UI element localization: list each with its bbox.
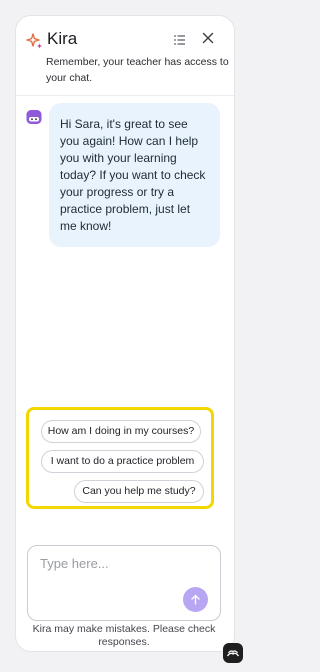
chat-title: Kira: [47, 29, 78, 48]
sparkle-icon: [26, 33, 42, 49]
suggestion-chip-practice[interactable]: I want to do a practice problem: [41, 450, 204, 473]
assistant-message: Hi Sara, it's great to see you again! Ho…: [49, 103, 220, 247]
app-launcher-button[interactable]: [223, 643, 243, 663]
list-icon[interactable]: [172, 32, 188, 48]
close-icon[interactable]: [200, 30, 216, 46]
bot-avatar-icon: [26, 110, 42, 124]
message-input[interactable]: [40, 556, 190, 571]
teacher-access-notice: Remember, your teacher has access to you…: [46, 56, 229, 84]
disclaimer-text: Kira may make mistakes. Please check res…: [32, 623, 216, 648]
send-button[interactable]: [183, 587, 208, 612]
message-input-box[interactable]: [27, 545, 221, 621]
book-logo-icon: [226, 650, 240, 657]
chat-header: Kira Remember, your teacher has access t…: [16, 16, 234, 96]
chat-panel: Kira Remember, your teacher has access t…: [15, 15, 235, 652]
arrow-up-icon: [191, 594, 200, 605]
suggestion-chip-progress[interactable]: How am I doing in my courses?: [41, 420, 201, 443]
suggestion-chip-study[interactable]: Can you help me study?: [74, 480, 204, 503]
